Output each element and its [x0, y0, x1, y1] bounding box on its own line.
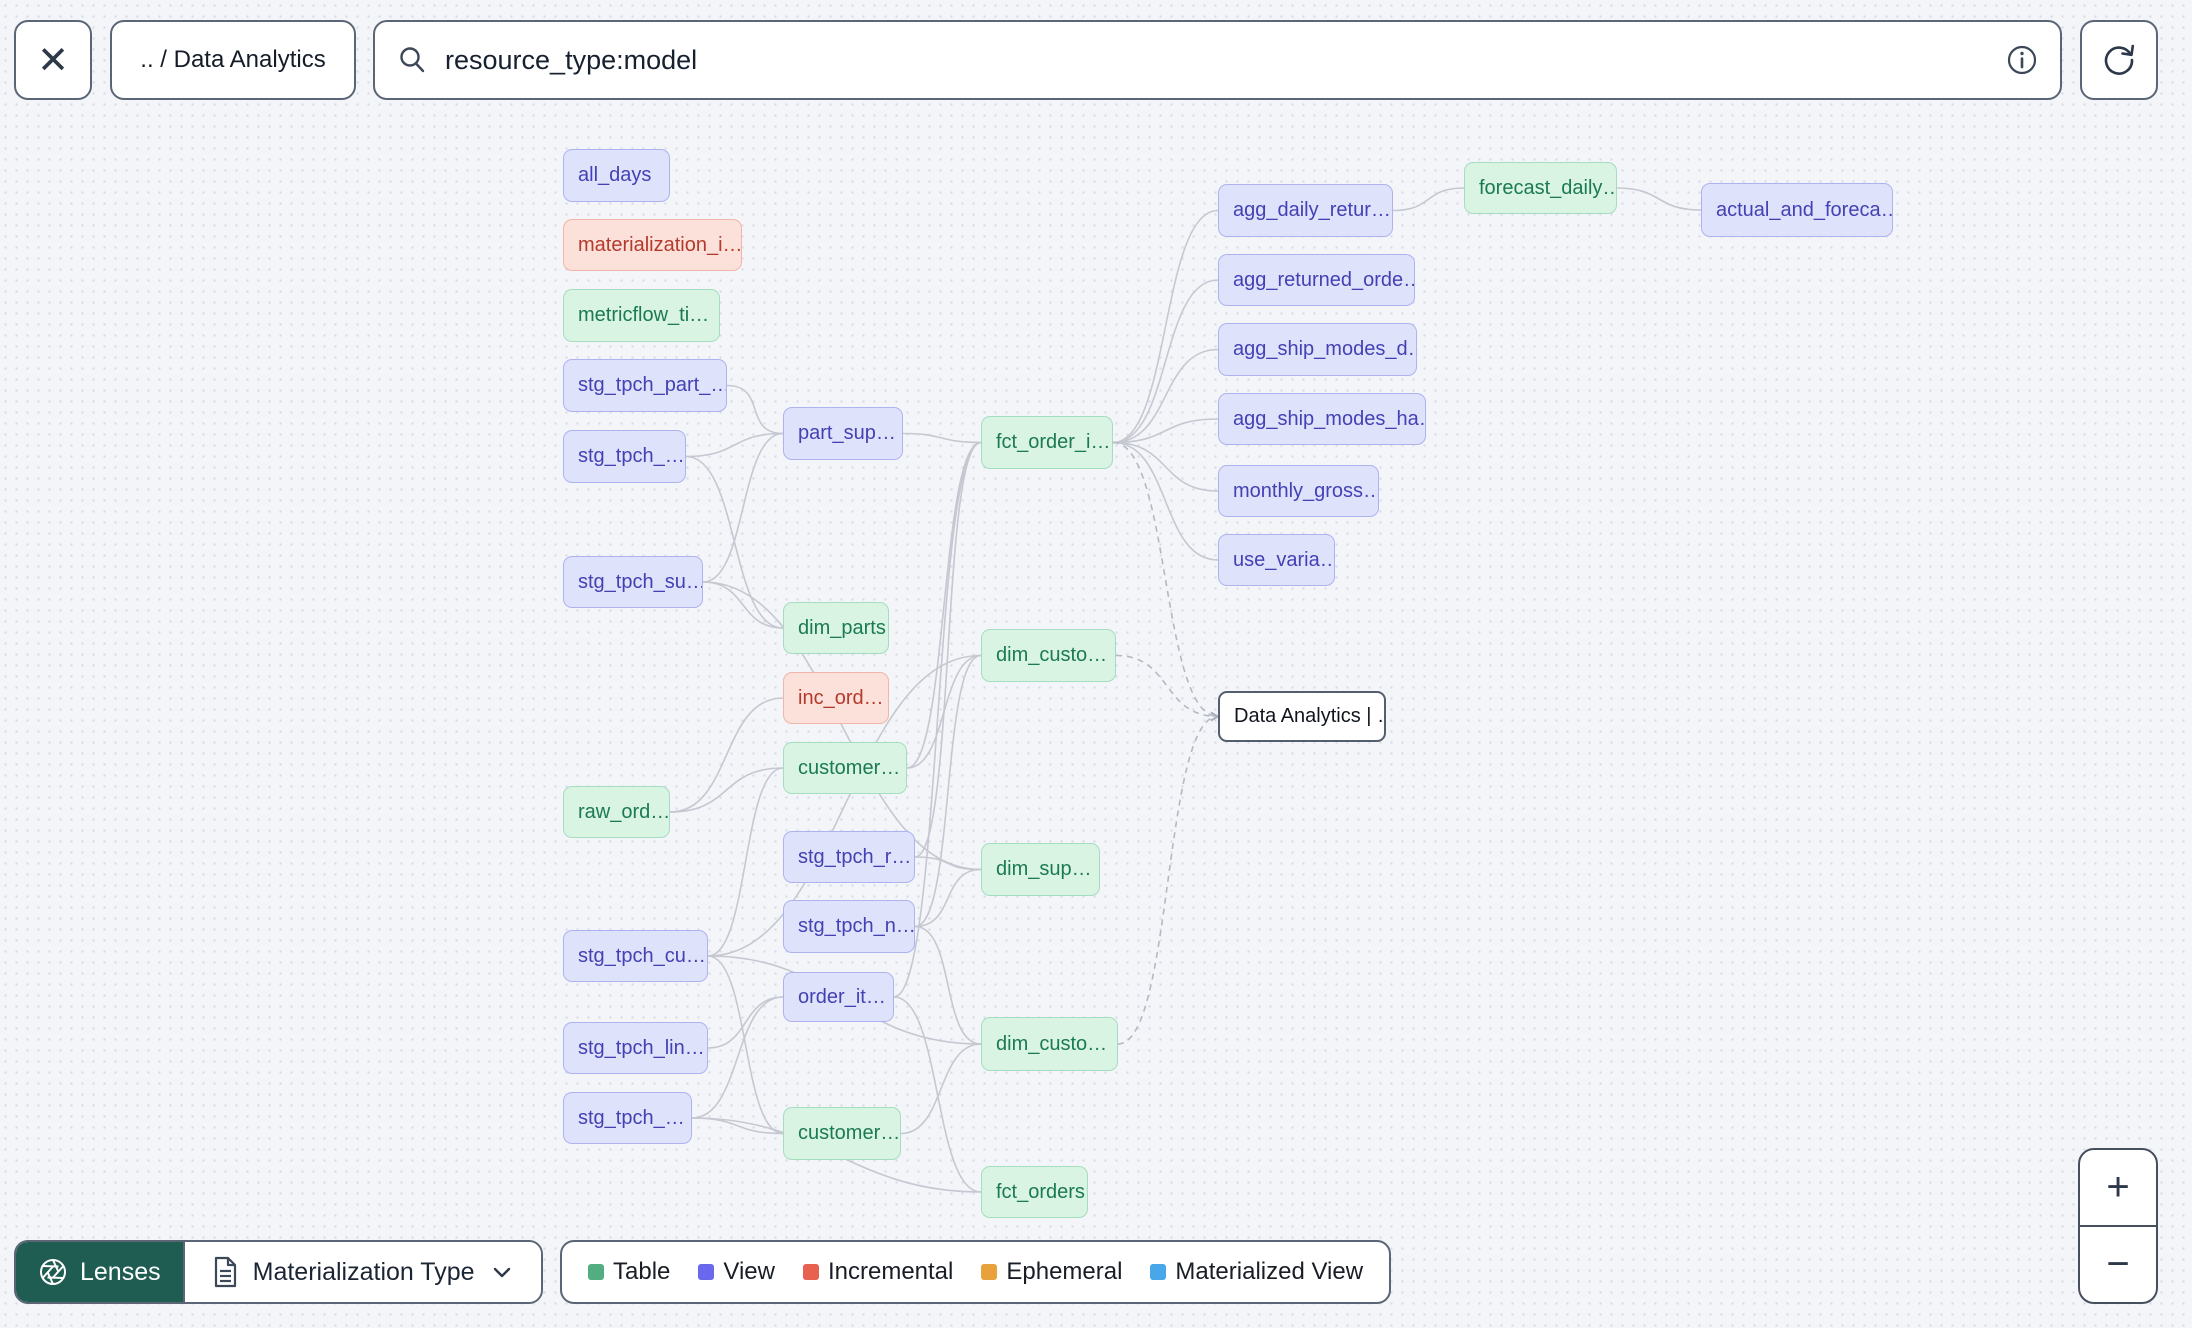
- minus-icon: −: [2106, 1242, 2130, 1286]
- node-raw_ord[interactable]: raw_ord…: [563, 786, 670, 838]
- edge-order_it-fct_orders: [893, 996, 982, 1193]
- refresh-button[interactable]: [2080, 20, 2158, 100]
- node-all_days[interactable]: all_days: [563, 149, 670, 202]
- legend-label: Table: [613, 1258, 671, 1285]
- node-actual_and_foreca[interactable]: actual_and_foreca…: [1701, 183, 1893, 237]
- node-order_it[interactable]: order_it…: [783, 972, 894, 1022]
- edge-raw_ord-inc_ord: [669, 697, 784, 813]
- search-bar: [373, 20, 2062, 100]
- close-icon: ✕: [37, 39, 69, 82]
- close-button[interactable]: ✕: [14, 20, 92, 100]
- node-use_varia[interactable]: use_varia…: [1218, 534, 1335, 586]
- node-stg_tpch_part[interactable]: stg_tpch_part_…: [563, 359, 727, 412]
- legend-label: Materialized View: [1175, 1258, 1364, 1285]
- node-materialization_i[interactable]: materialization_i…: [563, 219, 742, 271]
- node-stg_tpch_cu[interactable]: stg_tpch_cu…: [563, 930, 708, 982]
- lenses-label: Lenses: [80, 1257, 161, 1286]
- zoom-out-button[interactable]: −: [2080, 1227, 2156, 1302]
- legend-swatch: [588, 1264, 604, 1280]
- node-agg_daily_retur[interactable]: agg_daily_retur…: [1218, 184, 1393, 237]
- edge-raw_ord-customer_a: [669, 767, 784, 813]
- node-dim_custo_top[interactable]: dim_custo…: [981, 629, 1116, 682]
- edge-fct_order_i-monthly_gross: [1112, 441, 1219, 492]
- node-dim_custo_bot[interactable]: dim_custo…: [981, 1017, 1118, 1071]
- edge-stg_tpch_su-part_sup: [702, 432, 784, 583]
- node-metricflow_ti[interactable]: metricflow_ti…: [563, 289, 720, 342]
- node-customer_b[interactable]: customer…: [783, 1107, 901, 1160]
- node-stg_tpch_n[interactable]: stg_tpch_n…: [783, 900, 915, 953]
- edge-customer_b-dim_custo_bot: [900, 1043, 982, 1135]
- edge-stg_tpch_lin-order_it: [707, 996, 784, 1049]
- legend-label: View: [723, 1258, 775, 1285]
- edge-dim_custo_bot-data_analytics: [1117, 711, 1220, 1045]
- edge-agg_daily_retur-forecast_daily: [1392, 187, 1465, 212]
- legend-item-table: Table: [588, 1258, 670, 1286]
- lens-selected-label: Materialization Type: [252, 1257, 475, 1286]
- node-dim_sup[interactable]: dim_sup…: [981, 843, 1100, 896]
- edge-fct_order_i-use_varia: [1112, 441, 1219, 561]
- node-stg_tpch_b[interactable]: stg_tpch_…: [563, 1092, 692, 1144]
- edge-stg_tpch_n-dim_custo_top: [914, 654, 982, 928]
- aperture-icon: [40, 1259, 66, 1285]
- legend-swatch: [698, 1264, 715, 1280]
- edge-fct_order_i-data_analytics: [1112, 441, 1220, 722]
- node-monthly_gross[interactable]: monthly_gross…: [1218, 465, 1379, 517]
- node-agg_ship_modes_ha[interactable]: agg_ship_modes_ha…: [1218, 393, 1426, 445]
- node-agg_returned_orde[interactable]: agg_returned_orde…: [1218, 254, 1415, 306]
- legend-item-view: View: [698, 1258, 775, 1286]
- edge-stg_tpch_part-part_sup: [726, 384, 784, 435]
- legend-item-ephemeral: Ephemeral: [981, 1258, 1122, 1286]
- edge-dim_custo_top-data_analytics: [1115, 654, 1220, 722]
- edge-stg_tpch_cu-customer_b: [707, 955, 784, 1135]
- search-input[interactable]: [443, 43, 1990, 77]
- refresh-icon: [2104, 44, 2135, 75]
- legend-label: Incremental: [827, 1258, 954, 1285]
- document-icon: [214, 1256, 236, 1288]
- chevron-down-icon: [493, 1267, 510, 1278]
- node-inc_ord[interactable]: inc_ord…: [783, 672, 889, 724]
- edge-stg_tpch_a-part_sup: [685, 432, 784, 458]
- node-stg_tpch_a[interactable]: stg_tpch_…: [563, 430, 686, 483]
- node-part_sup[interactable]: part_sup…: [783, 407, 903, 460]
- legend-item-materialized-view: Materialized View: [1150, 1258, 1363, 1286]
- node-stg_tpch_r[interactable]: stg_tpch_r…: [783, 831, 915, 883]
- plus-icon: +: [2106, 1165, 2130, 1209]
- zoom-controls: + −: [2078, 1148, 2158, 1304]
- info-icon[interactable]: [2006, 44, 2038, 76]
- edge-stg_tpch_n-dim_custo_bot: [914, 925, 982, 1045]
- legend-swatch: [981, 1264, 998, 1280]
- node-stg_tpch_lin[interactable]: stg_tpch_lin…: [563, 1022, 708, 1074]
- node-agg_ship_modes_d[interactable]: agg_ship_modes_d…: [1218, 323, 1417, 376]
- zoom-in-button[interactable]: +: [2080, 1150, 2156, 1227]
- legend-swatch: [1150, 1264, 1167, 1280]
- node-stg_tpch_su[interactable]: stg_tpch_su…: [563, 556, 703, 608]
- legend-swatch: [802, 1264, 819, 1280]
- legend-label: Ephemeral: [1006, 1258, 1123, 1285]
- edge-fct_order_i-agg_daily_retur: [1112, 209, 1219, 444]
- node-fct_order_i[interactable]: fct_order_i…: [981, 416, 1113, 469]
- breadcrumb[interactable]: .. / Data Analytics: [110, 20, 356, 100]
- node-fct_orders[interactable]: fct_orders: [981, 1166, 1088, 1218]
- edge-fct_order_i-agg_returned_orde: [1112, 279, 1219, 444]
- search-icon: [400, 47, 425, 73]
- materialization-legend: Table View Incremental Ephemeral Materialize…: [560, 1240, 1392, 1304]
- node-data_analytics[interactable]: Data Analytics | …: [1218, 691, 1386, 742]
- breadcrumb-label: .. / Data Analytics: [140, 46, 326, 73]
- legend-item-incremental: Incremental: [802, 1258, 954, 1286]
- edge-part_sup-fct_order_i: [902, 432, 982, 444]
- node-dim_parts[interactable]: dim_parts: [783, 602, 889, 654]
- lenses-button[interactable]: Lenses: [16, 1242, 183, 1302]
- edge-forecast_daily-actual_and_foreca: [1616, 187, 1702, 211]
- node-forecast_daily[interactable]: forecast_daily…: [1464, 162, 1617, 214]
- lineage-canvas[interactable]: all_days materialization_i… metricflow_ti……: [0, 0, 2192, 1328]
- lenses-bar: Lenses Materialization Type: [14, 1240, 543, 1304]
- edge-stg_tpch_su-dim_parts: [702, 581, 784, 629]
- lens-selector[interactable]: Materialization Type: [182, 1242, 541, 1302]
- node-customer_a[interactable]: customer…: [783, 742, 907, 794]
